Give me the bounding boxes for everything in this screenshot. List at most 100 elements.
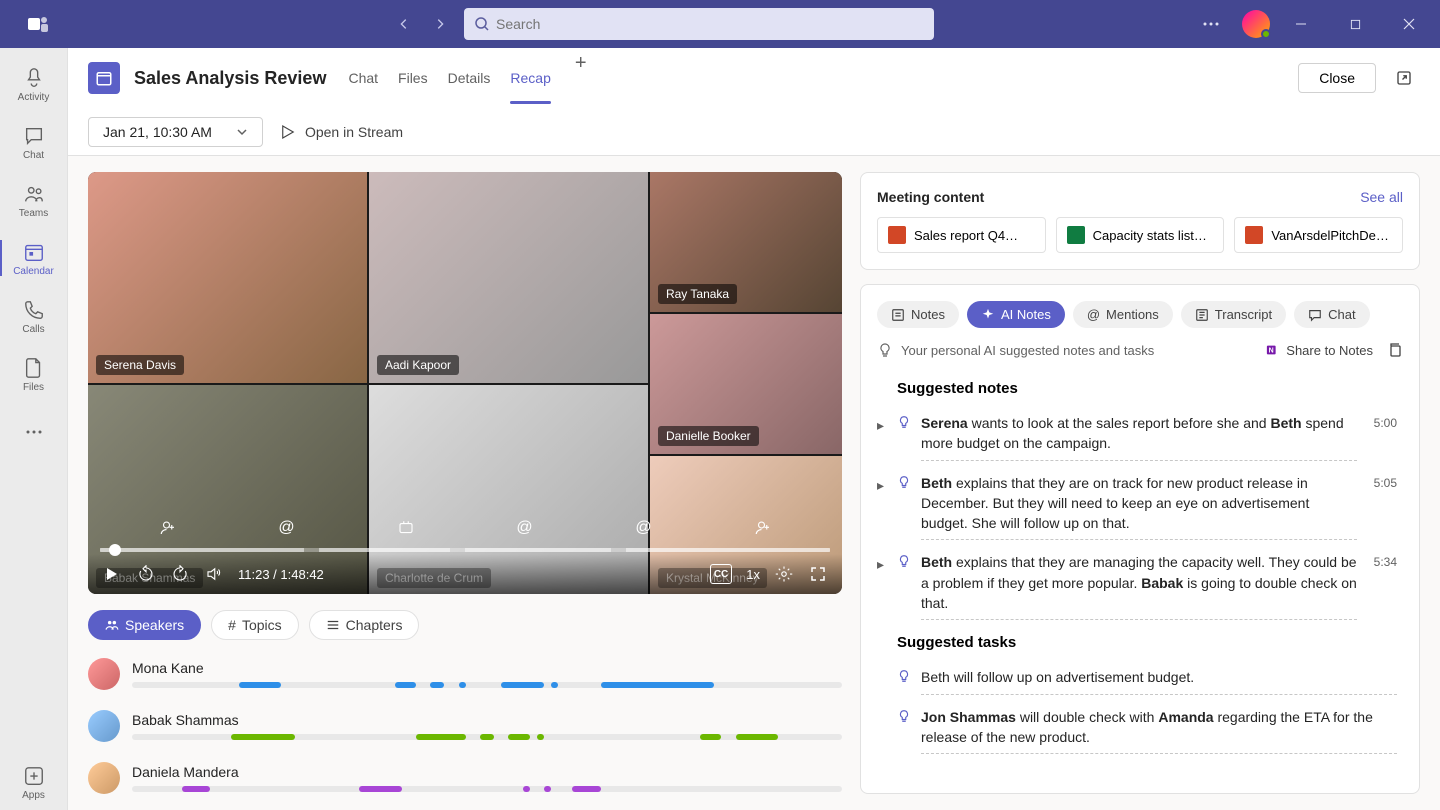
close-window-button[interactable] <box>1386 8 1432 40</box>
search-input[interactable] <box>464 8 934 40</box>
add-people-icon[interactable] <box>156 516 180 540</box>
suggested-task[interactable]: ▸Jon Shammas will double check with Aman… <box>877 701 1397 761</box>
note-text: Serena wants to look at the sales report… <box>921 413 1357 461</box>
calendar-badge-icon <box>88 62 120 94</box>
file-name: Capacity stats list… <box>1093 228 1207 243</box>
hash-icon: # <box>228 617 236 633</box>
app-rail: Activity Chat Teams Calendar Calls Files… <box>0 48 68 810</box>
copy-icon[interactable] <box>1387 342 1403 358</box>
mention-icon[interactable]: @ <box>275 516 299 540</box>
suggested-note[interactable]: ▸ Beth explains that they are on track fo… <box>877 467 1397 547</box>
mention-icon[interactable]: @ <box>632 516 656 540</box>
suggested-note[interactable]: ▸ Serena wants to look at the sales repor… <box>877 407 1397 467</box>
settings-button[interactable] <box>774 564 794 584</box>
rail-files[interactable]: Files <box>0 346 68 402</box>
tab-chat[interactable]: Chat <box>348 52 378 104</box>
notes-tab-mentions[interactable]: @Mentions <box>1073 301 1173 328</box>
svg-text:N: N <box>1269 348 1274 355</box>
titlebar <box>0 0 1440 48</box>
speaker-track[interactable] <box>132 734 842 740</box>
date-label: Jan 21, 10:30 AM <box>103 124 212 140</box>
meeting-content-card: Meeting content See all Sales report Q4…… <box>860 172 1420 270</box>
speaker-track[interactable] <box>132 682 842 688</box>
expand-icon[interactable]: ▸ <box>877 415 889 461</box>
rewind-10-button[interactable] <box>136 564 156 584</box>
tab-add-button[interactable]: + <box>571 52 591 104</box>
rail-teams[interactable]: Teams <box>0 172 68 228</box>
speaker-avatar <box>88 710 120 742</box>
notes-tab-notes[interactable]: Notes <box>877 301 959 328</box>
note-timestamp: 5:05 <box>1365 475 1397 541</box>
lightbulb-icon <box>897 708 913 755</box>
participant-name: Ray Tanaka <box>658 284 737 304</box>
forward-10-button[interactable] <box>170 564 190 584</box>
file-chip[interactable]: VanArsdelPitchDe… <box>1234 217 1403 253</box>
filter-topics[interactable]: #Topics <box>211 610 298 640</box>
speakers-timeline: Mona Kane Babak Shammas Daniela Mandera <box>88 658 842 794</box>
expand-icon[interactable]: ▸ <box>877 554 889 620</box>
play-button[interactable] <box>102 564 122 584</box>
filter-speakers[interactable]: Speakers <box>88 610 201 640</box>
participant-name: Danielle Booker <box>658 426 759 446</box>
recording-player[interactable]: Serena Davis Aadi Kapoor Babak Shammas C… <box>88 172 842 594</box>
file-chip[interactable]: Sales report Q4… <box>877 217 1046 253</box>
notes-tab-transcript[interactable]: Transcript <box>1181 301 1286 328</box>
captions-button[interactable]: CC <box>710 564 732 584</box>
user-avatar[interactable] <box>1242 10 1270 38</box>
rail-calls[interactable]: Calls <box>0 288 68 344</box>
add-people-icon[interactable] <box>751 516 775 540</box>
close-button[interactable]: Close <box>1298 63 1376 93</box>
rail-more[interactable] <box>0 404 68 460</box>
mention-icon[interactable]: @ <box>513 516 537 540</box>
suggested-note[interactable]: ▸Beth explains that they are managing th… <box>877 546 1397 626</box>
list-icon <box>326 618 340 632</box>
tab-files[interactable]: Files <box>398 52 428 104</box>
tab-recap[interactable]: Recap <box>510 52 550 104</box>
recording-date-picker[interactable]: Jan 21, 10:30 AM <box>88 117 263 147</box>
rail-label: Calendar <box>13 266 54 277</box>
chevron-down-icon <box>236 126 248 138</box>
rail-calendar[interactable]: Calendar <box>0 230 68 286</box>
ai-hint: Your personal AI suggested notes and tas… <box>901 343 1154 358</box>
lightbulb-icon <box>897 474 913 541</box>
tab-details[interactable]: Details <box>448 52 491 104</box>
presence-available-icon <box>1261 29 1271 39</box>
subheader: Jan 21, 10:30 AM Open in Stream <box>68 108 1440 156</box>
note-text: Beth explains that they are on track for… <box>921 473 1357 541</box>
pin-icon[interactable] <box>394 516 418 540</box>
notes-tab-chat[interactable]: Chat <box>1294 301 1369 328</box>
nav-back-button[interactable] <box>388 8 420 40</box>
speaker-avatar <box>88 658 120 690</box>
minimize-button[interactable] <box>1278 8 1324 40</box>
stream-icon <box>279 123 297 141</box>
share-to-notes-link[interactable]: NShare to Notes <box>1266 343 1373 358</box>
suggested-task[interactable]: ▸Beth will follow up on advertisement bu… <box>877 661 1397 700</box>
expand-icon[interactable]: ▸ <box>877 475 889 541</box>
rail-chat[interactable]: Chat <box>0 114 68 170</box>
popout-button[interactable] <box>1388 62 1420 94</box>
notes-tab-ai[interactable]: AI Notes <box>967 301 1065 328</box>
chat-icon <box>1308 308 1322 322</box>
more-button[interactable] <box>1188 8 1234 40</box>
nav-forward-button[interactable] <box>424 8 456 40</box>
speaker-row[interactable]: Babak Shammas <box>88 710 842 742</box>
speaker-row[interactable]: Daniela Mandera <box>88 762 842 794</box>
fullscreen-button[interactable] <box>808 564 828 584</box>
rail-apps[interactable]: Apps <box>0 754 68 810</box>
see-all-link[interactable]: See all <box>1360 189 1403 205</box>
scrub-bar[interactable] <box>100 548 830 552</box>
rail-activity[interactable]: Activity <box>0 56 68 112</box>
playback-speed-button[interactable]: 1x <box>746 564 760 584</box>
speaker-row[interactable]: Mona Kane <box>88 658 842 690</box>
lightbulb-icon <box>897 668 913 694</box>
open-in-stream-link[interactable]: Open in Stream <box>279 123 403 141</box>
file-chip[interactable]: Capacity stats list… <box>1056 217 1225 253</box>
file-name: VanArsdelPitchDe… <box>1271 228 1389 243</box>
participant-name: Aadi Kapoor <box>377 355 459 375</box>
maximize-button[interactable] <box>1332 8 1378 40</box>
filter-chapters[interactable]: Chapters <box>309 610 420 640</box>
file-name: Sales report Q4… <box>914 228 1018 243</box>
ai-notes-card: Notes AI Notes @Mentions Transcript Chat… <box>860 284 1420 794</box>
speaker-track[interactable] <box>132 786 842 792</box>
volume-button[interactable] <box>204 564 224 584</box>
